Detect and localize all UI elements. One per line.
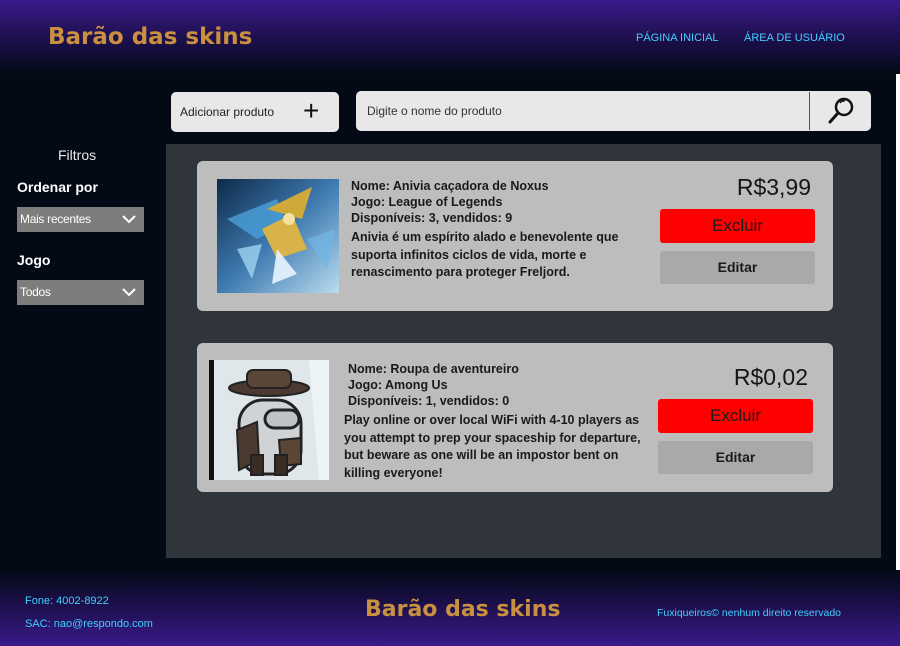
edit-button[interactable]: Editar [658, 441, 813, 474]
search-bar [356, 91, 871, 131]
nav-home-link[interactable]: PÁGINA INICIAL [636, 32, 719, 44]
sort-label: Ordenar por [17, 179, 98, 195]
product-info: Nome: Anivia caçadora de Noxus Jogo: Lea… [351, 178, 651, 282]
product-name: Nome: Roupa de aventureiro [348, 362, 519, 376]
add-product-label: Adicionar produto [180, 105, 275, 119]
product-stock: Disponíveis: 1, vendidos: 0 [348, 394, 510, 408]
product-info: Nome: Roupa de aventureiro Jogo: Among U… [344, 361, 648, 482]
game-select-value: Todos [20, 285, 51, 299]
product-game: Jogo: Among Us [348, 378, 448, 392]
product-name: Nome: Anivia caçadora de Noxus [351, 179, 549, 193]
page-edge [896, 74, 900, 646]
product-description: Anivia é um espírito alado e benevolente… [351, 230, 619, 279]
product-card: Nome: Roupa de aventureiro Jogo: Among U… [197, 343, 833, 492]
chevron-down-icon [122, 215, 136, 224]
product-image [217, 179, 339, 293]
magnifier-icon [828, 97, 854, 124]
game-select[interactable]: Todos [17, 280, 144, 305]
header: Barão das skins PÁGINA INICIAL ÁREA DE U… [0, 0, 900, 74]
edit-button[interactable]: Editar [660, 251, 815, 284]
product-description: Play online or over local WiFi with 4-10… [344, 413, 641, 480]
footer-sac-email[interactable]: SAC: nao@respondo.com [25, 618, 153, 630]
game-label: Jogo [17, 252, 51, 268]
product-game: Jogo: League of Legends [351, 195, 503, 209]
filters-title: Filtros [58, 147, 97, 163]
product-price: R$3,99 [736, 174, 811, 200]
delete-button[interactable]: Excluir [658, 399, 813, 433]
product-stock: Disponíveis: 3, vendidos: 9 [351, 211, 513, 225]
search-input[interactable] [356, 91, 809, 131]
add-product-button[interactable]: Adicionar produto + [171, 92, 339, 132]
footer: Fone: 4002-8922 SAC: nao@respondo.com Ba… [0, 570, 900, 646]
footer-phone: Fone: 4002-8922 [25, 595, 109, 607]
delete-button[interactable]: Excluir [660, 209, 815, 243]
product-card: Nome: Anivia caçadora de Noxus Jogo: Lea… [197, 161, 833, 311]
plus-icon: + [303, 95, 320, 126]
footer-copyright: Fuxiqueiros© nenhum direito reservado [657, 607, 841, 619]
chevron-down-icon [122, 288, 136, 297]
nav-user-area-link[interactable]: ÁREA DE USUÁRIO [744, 32, 845, 44]
product-image [209, 360, 329, 480]
sort-select[interactable]: Mais recentes [17, 207, 144, 232]
product-price: R$0,02 [733, 364, 808, 390]
sort-select-value: Mais recentes [20, 212, 91, 226]
search-button[interactable] [810, 91, 871, 131]
footer-brand: Barão das skins [365, 597, 561, 622]
brand-logo[interactable]: Barão das skins [48, 24, 252, 50]
